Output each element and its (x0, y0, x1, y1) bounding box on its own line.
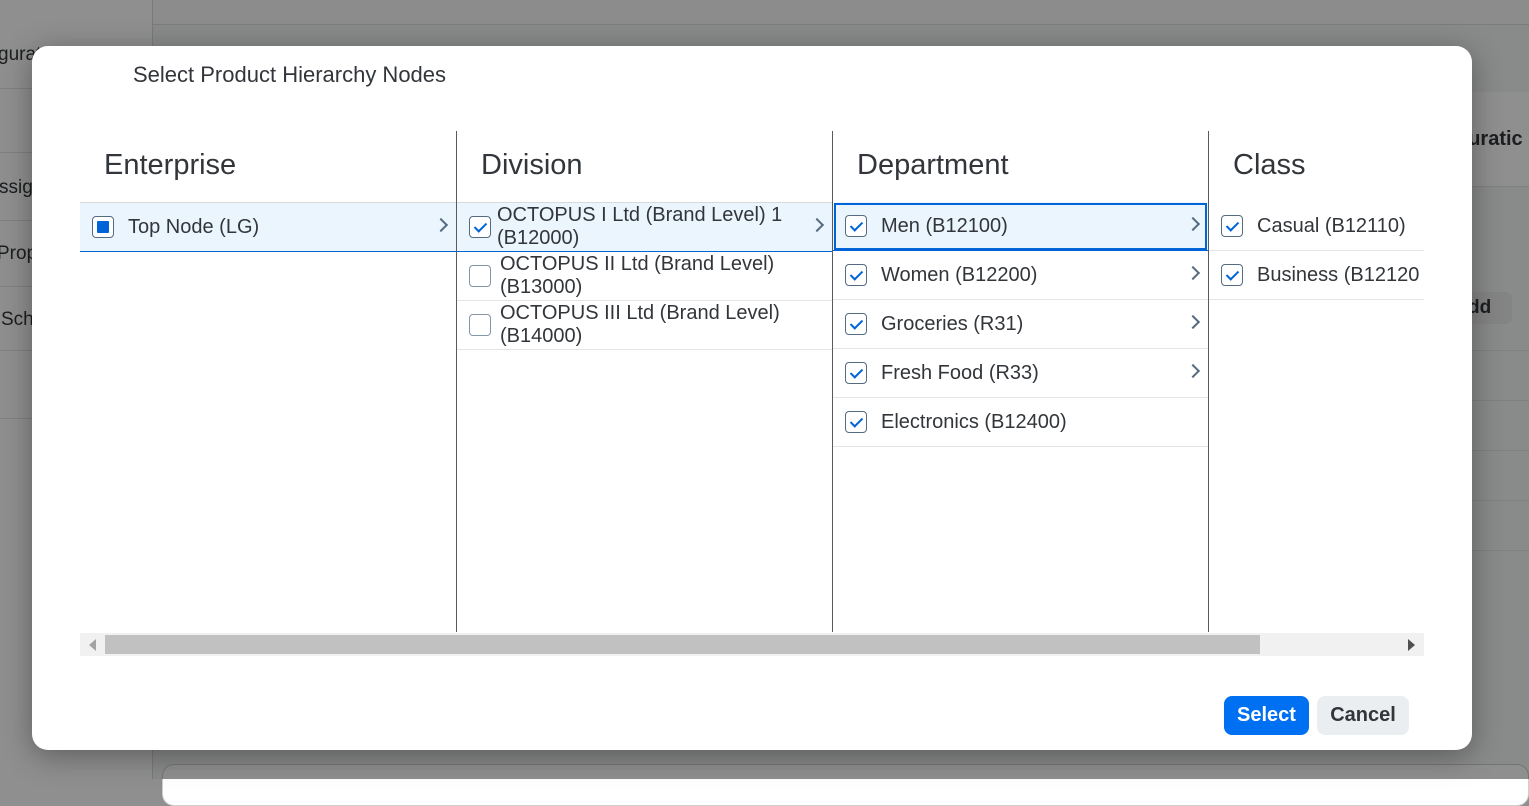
item-label: Business (B12120 (1257, 264, 1420, 286)
checkbox[interactable] (469, 314, 491, 336)
item-label: OCTOPUS III Ltd (Brand Level) (B14000) (500, 302, 780, 347)
dialog-title: Select Product Hierarchy Nodes (133, 62, 447, 87)
checkbox[interactable] (845, 313, 867, 335)
cancel-button[interactable]: Cancel (1317, 696, 1409, 735)
hierarchy-columns: Enterprise Top Node (LG) Division OCTOPU… (80, 131, 1424, 632)
item-label: OCTOPUS I Ltd (Brand Level) 1 (B12000) (497, 204, 783, 249)
horizontal-scrollbar[interactable] (80, 633, 1424, 656)
scroll-left-icon[interactable] (89, 639, 96, 651)
list-item[interactable]: Electronics (B12400) (833, 398, 1208, 447)
product-hierarchy-dialog: Select Product Hierarchy Nodes Enterpris… (32, 46, 1472, 750)
list-item[interactable]: OCTOPUS III Ltd (Brand Level) (B14000) (457, 301, 832, 350)
list-item[interactable]: Business (B12120 (1209, 251, 1424, 300)
chevron-right-icon[interactable] (1185, 363, 1201, 379)
list-item[interactable]: Groceries (R31) (833, 300, 1208, 349)
item-label: Casual (B12110) (1257, 215, 1406, 237)
item-label: Men (B12100) (881, 215, 1008, 237)
list-item[interactable]: Casual (B12110) (1209, 202, 1424, 251)
checkbox[interactable] (92, 216, 114, 238)
column-class: Class Casual (B12110) Business (B12120 (1208, 131, 1424, 632)
item-label: Women (B12200) (881, 264, 1038, 286)
list-item[interactable]: Top Node (LG) (80, 203, 456, 252)
checkbox[interactable] (469, 265, 491, 287)
item-label: OCTOPUS II Ltd (Brand Level) (B13000) (500, 253, 775, 298)
column-header: Department (857, 149, 1009, 181)
item-label: Fresh Food (R33) (881, 362, 1039, 384)
list-item[interactable]: Men (B12100) (833, 202, 1208, 251)
column-header: Division (481, 149, 583, 181)
column-header: Class (1233, 149, 1306, 181)
checkbox[interactable] (845, 411, 867, 433)
chevron-right-icon[interactable] (433, 217, 449, 233)
checkbox[interactable] (845, 362, 867, 384)
list-item[interactable]: OCTOPUS II Ltd (Brand Level) (B13000) (457, 252, 832, 301)
checkbox[interactable] (1221, 264, 1243, 286)
column-division: Division OCTOPUS I Ltd (Brand Level) 1 (… (456, 131, 832, 632)
list-item[interactable]: Fresh Food (R33) (833, 349, 1208, 398)
chevron-right-icon[interactable] (809, 217, 825, 233)
chevron-right-icon[interactable] (1185, 265, 1201, 281)
checkbox[interactable] (845, 215, 867, 237)
chevron-right-icon[interactable] (1185, 314, 1201, 330)
list-item[interactable]: Women (B12200) (833, 251, 1208, 300)
scrollbar-thumb[interactable] (105, 635, 1260, 654)
scroll-right-icon[interactable] (1408, 639, 1415, 651)
list-item[interactable]: OCTOPUS I Ltd (Brand Level) 1 (B12000) (457, 203, 832, 252)
item-label: Electronics (B12400) (881, 411, 1067, 433)
column-header: Enterprise (104, 149, 237, 181)
column-enterprise: Enterprise Top Node (LG) (80, 131, 456, 632)
select-button[interactable]: Select (1224, 696, 1309, 735)
checkbox[interactable] (845, 264, 867, 286)
checkbox[interactable] (469, 216, 491, 238)
chevron-right-icon[interactable] (1185, 216, 1201, 232)
column-department: Department Men (B12100) Women (B12200) G… (832, 131, 1208, 632)
checkbox[interactable] (1221, 215, 1243, 237)
item-label: Top Node (LG) (128, 216, 260, 238)
item-label: Groceries (R31) (881, 313, 1024, 335)
